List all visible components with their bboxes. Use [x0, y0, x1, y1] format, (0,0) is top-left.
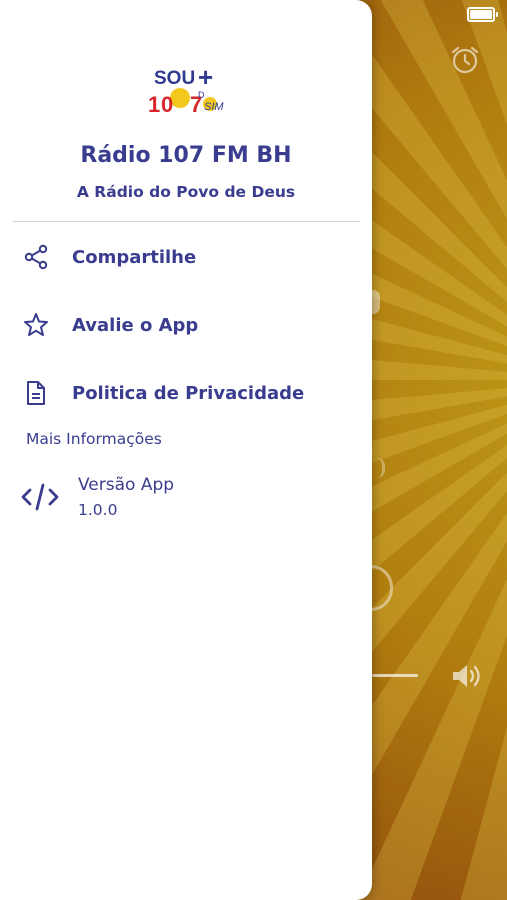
- menu-item-compartilhe[interactable]: Compartilhe: [0, 231, 372, 283]
- menu-item-label: Avalie o App: [72, 314, 199, 336]
- radio-logo: SOU + 1 0 7 SIM D: [148, 64, 224, 117]
- svg-text:0: 0: [161, 92, 173, 117]
- svg-text:+: +: [198, 64, 213, 92]
- section-header: Mais Informações: [26, 430, 162, 448]
- menu-item-label: Politica de Privacidade: [72, 382, 305, 404]
- menu-item-label: Compartilhe: [72, 246, 197, 268]
- background-text-partial: [370, 458, 385, 478]
- navigation-drawer: SOU + 1 0 7 SIM D Rádio 107 FM BH A Rádi…: [0, 0, 372, 900]
- version-label: Versão App: [78, 475, 175, 495]
- star-icon: [22, 311, 50, 339]
- volume-icon[interactable]: [450, 662, 484, 690]
- svg-text:SIM: SIM: [204, 101, 224, 113]
- document-icon: [22, 379, 50, 407]
- code-icon: [21, 483, 59, 511]
- svg-text:1: 1: [148, 92, 160, 117]
- alarm-clock-icon[interactable]: [449, 44, 481, 76]
- version-number: 1.0.0: [78, 501, 118, 519]
- svg-text:D: D: [198, 90, 205, 100]
- drawer-subtitle: A Rádio do Povo de Deus: [76, 183, 296, 201]
- drawer-title: Rádio 107 FM BH: [80, 143, 292, 168]
- volume-slider[interactable]: [372, 674, 418, 677]
- battery-icon: [467, 7, 498, 22]
- menu-item-privacidade[interactable]: Politica de Privacidade: [0, 367, 372, 419]
- svg-text:SOU: SOU: [154, 68, 195, 89]
- menu-item-avalie[interactable]: Avalie o App: [0, 299, 372, 351]
- share-icon: [22, 243, 50, 271]
- divider: [13, 221, 360, 222]
- version-info: Versão App 1.0.0: [0, 470, 372, 526]
